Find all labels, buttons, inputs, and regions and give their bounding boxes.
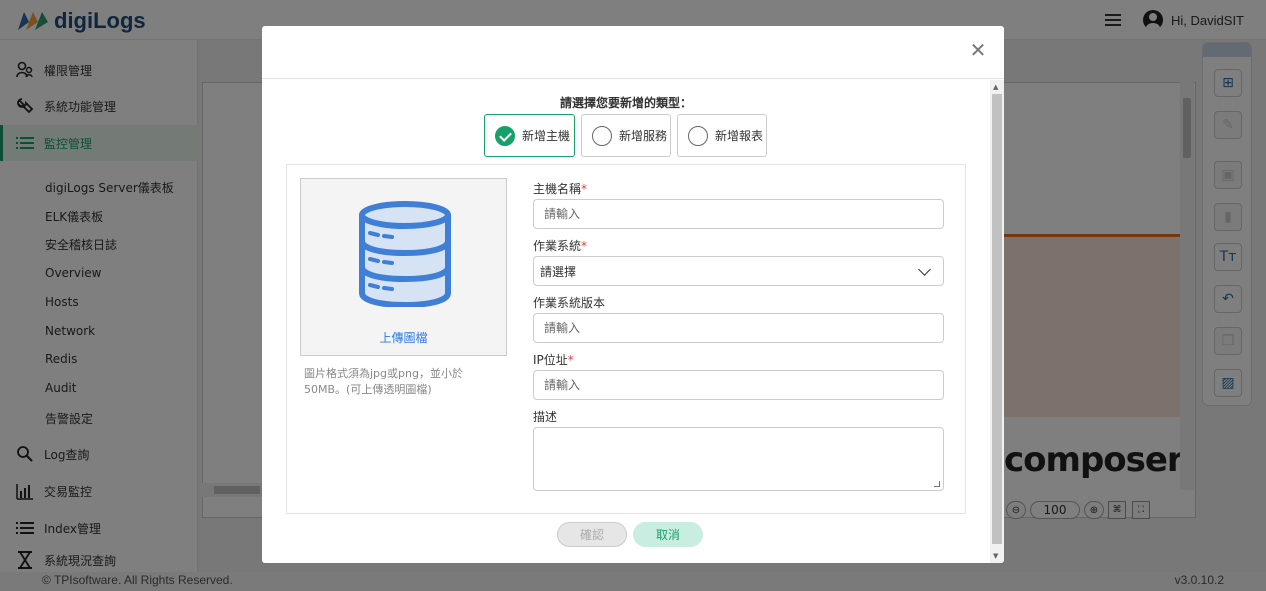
- modal-header: ✕: [262, 26, 1004, 79]
- type-option-service[interactable]: 新增服務: [581, 114, 671, 157]
- radio-circle-icon: [592, 125, 612, 146]
- os-label: 作業系統*: [533, 239, 588, 253]
- description-textarea[interactable]: [533, 427, 944, 491]
- host-name-label: 主機名稱*: [533, 182, 588, 196]
- type-option-label: 新增主機: [522, 129, 571, 143]
- modal-scrollbar[interactable]: ▲ ▼: [990, 80, 1004, 563]
- os-select[interactable]: 請選擇: [533, 256, 944, 286]
- upload-hint: 圖片格式須為jpg或png，並小於50MB。(可上傳透明圖檔): [304, 367, 463, 396]
- chevron-down-icon: [918, 263, 931, 276]
- close-icon[interactable]: ✕: [968, 38, 988, 62]
- type-option-host[interactable]: 新增主機: [484, 114, 575, 157]
- check-circle-icon: [495, 125, 515, 146]
- upload-image-link[interactable]: 上傳圖檔: [301, 329, 506, 346]
- host-form: 上傳圖檔 圖片格式須為jpg或png，並小於50MB。(可上傳透明圖檔) 主機名…: [286, 164, 966, 514]
- database-icon: [359, 201, 451, 307]
- type-option-report[interactable]: 新增報表: [677, 114, 767, 157]
- radio-circle-icon: [688, 125, 708, 146]
- os-select-value: 請選擇: [540, 264, 577, 279]
- resize-handle-icon[interactable]: [934, 481, 940, 487]
- cancel-button[interactable]: 取消: [633, 522, 703, 547]
- type-choose-label: 請選擇您要新增的類型：: [559, 96, 692, 110]
- confirm-button[interactable]: 確認: [557, 522, 627, 547]
- os-version-input[interactable]: [533, 313, 944, 343]
- add-item-modal: ✕ ▲ ▼ 請選擇您要新增的類型： 新增主機 新增服務 新增報表 上傳圖檔 圖片…: [262, 26, 1004, 563]
- type-option-label: 新增服務: [619, 129, 668, 143]
- ip-input[interactable]: [533, 370, 944, 400]
- type-option-label: 新增報表: [715, 129, 764, 143]
- host-name-input[interactable]: [533, 199, 944, 229]
- os-version-label: 作業系統版本: [533, 296, 606, 310]
- image-upload-area[interactable]: 上傳圖檔: [300, 178, 507, 356]
- description-label: 描述: [533, 410, 558, 424]
- ip-label: IP位址*: [533, 353, 574, 367]
